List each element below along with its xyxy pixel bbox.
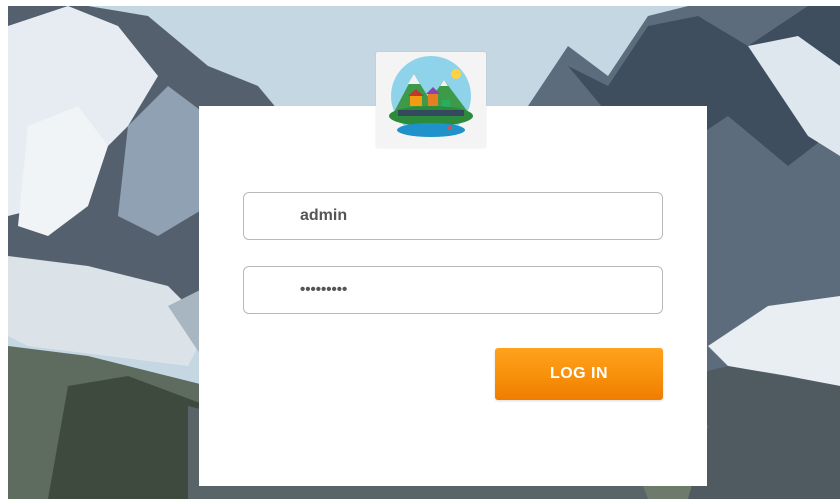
username-input[interactable] [300,193,640,239]
login-button[interactable]: LOG IN [495,348,663,400]
app-logo [376,52,486,148]
password-field[interactable]: ••••••••• [243,266,663,314]
username-field[interactable] [243,192,663,240]
island-village-logo-icon [389,56,473,137]
password-input[interactable]: ••••••••• [300,281,347,298]
